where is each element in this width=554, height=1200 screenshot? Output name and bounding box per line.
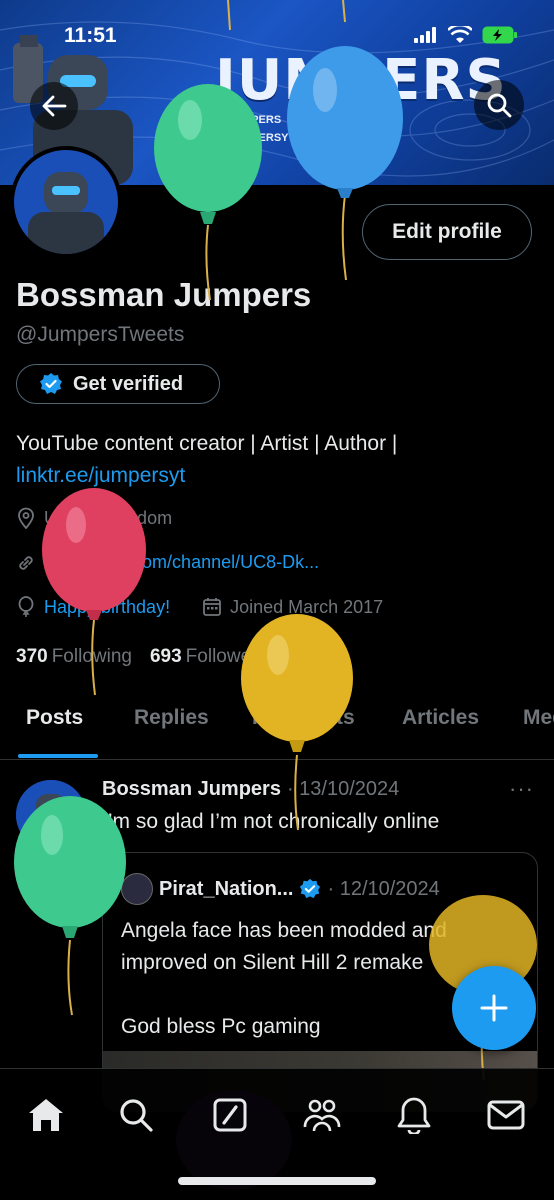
followers-label: Followers (185, 646, 267, 667)
quoted-author: Pirat_Nation... (159, 877, 294, 900)
back-button[interactable] (30, 82, 78, 130)
avatar-robot-art (14, 150, 118, 254)
messages-icon (487, 1100, 525, 1130)
location-text: United Kingdom (44, 507, 173, 528)
nav-notifications[interactable] (390, 1091, 438, 1139)
tab-articles[interactable]: Articles (402, 690, 479, 730)
post-header: Bossman Jumpers · 13/10/2024 (102, 778, 399, 801)
tab-highlights[interactable]: Highlights (252, 690, 355, 730)
notifications-icon (397, 1097, 431, 1134)
joined-text: Joined March 2017 (230, 596, 384, 617)
bio-link[interactable]: linktr.ee/jumpersyt (16, 460, 397, 492)
compose-post-button[interactable] (452, 966, 536, 1050)
search-icon (487, 93, 512, 118)
get-verified-label: Get verified (73, 372, 184, 395)
grok-icon (213, 1098, 247, 1132)
website-link[interactable]: m.youtube.com/channel/UC8-Dk... (44, 552, 319, 573)
banner-subtitle-2: JUMPERSYT (228, 132, 296, 144)
nav-search[interactable] (112, 1091, 160, 1139)
status-icons (414, 26, 518, 44)
post-author[interactable]: Bossman Jumpers (102, 778, 281, 801)
wifi-icon (448, 26, 472, 43)
communities-icon (303, 1099, 341, 1132)
following-label: Following (51, 646, 132, 667)
tab-media[interactable]: Media (523, 690, 554, 730)
verified-badge-icon (300, 878, 321, 899)
follow-stats: 370 Following 693 Followers (16, 646, 267, 668)
followers-stat[interactable]: 693 Followers (150, 646, 267, 668)
link-icon (19, 555, 33, 570)
battery-charging-icon (482, 26, 517, 44)
following-stat[interactable]: 370 Following (16, 646, 132, 668)
home-icon (29, 1099, 63, 1131)
nav-messages[interactable] (482, 1091, 530, 1139)
status-time: 11:51 (64, 24, 117, 47)
location-pin-icon (18, 507, 34, 529)
get-verified-button[interactable]: Get verified (16, 364, 220, 404)
post-avatar-art (16, 780, 86, 850)
profile-website: m.youtube.com/channel/UC8-Dk... (16, 552, 319, 573)
signal-icon (414, 27, 436, 43)
quoted-date: · 12/10/2024 (327, 877, 440, 900)
banner-subtitle-1: JUMPERS (228, 114, 282, 126)
search-button[interactable] (474, 80, 524, 130)
tab-posts[interactable]: Posts (26, 690, 83, 730)
search-icon (120, 1099, 153, 1132)
nav-grok[interactable] (206, 1091, 254, 1139)
plus-icon (480, 994, 508, 1022)
profile-handle: @JumpersTweets (16, 323, 185, 346)
profile-avatar[interactable] (10, 146, 122, 258)
post-date: · 13/10/2024 (286, 778, 400, 800)
birthday-text[interactable]: Happy birthday! (44, 597, 170, 618)
active-tab-indicator (18, 754, 98, 758)
quoted-author-avatar (121, 873, 153, 905)
verified-badge-icon (40, 373, 62, 394)
quoted-text-line-1: Angela face has been modded and (121, 919, 447, 942)
nav-communities[interactable] (298, 1091, 346, 1139)
profile-tabs: Posts Replies Highlights Articles Media (0, 690, 554, 760)
profile-birthday-joined: Happy birthday! Joined March 2017 (16, 596, 383, 618)
arrow-left-icon (42, 95, 67, 117)
profile-bio: YouTube content creator | Artist | Autho… (16, 428, 397, 492)
following-count: 370 (16, 646, 48, 667)
tab-replies[interactable]: Replies (134, 690, 209, 730)
calendar-icon (203, 598, 221, 616)
post-avatar[interactable] (16, 780, 86, 850)
nav-home[interactable] (22, 1091, 70, 1139)
followers-count: 693 (149, 646, 182, 667)
quoted-post-header: Pirat_Nation... · 12/10/2024 (121, 873, 440, 905)
edit-profile-button[interactable]: Edit profile (362, 204, 532, 260)
bio-text: YouTube content creator | Artist | Autho… (16, 432, 398, 455)
post-more-button[interactable]: ··· (509, 776, 534, 802)
profile-name: Bossman Jumpers (16, 276, 312, 313)
profile-location: United Kingdom (16, 507, 172, 529)
post-text: I’m so glad I’m not chronically online (102, 810, 440, 833)
home-indicator[interactable] (178, 1177, 376, 1185)
status-bar: 11:51 (0, 0, 554, 70)
balloon-icon (18, 596, 34, 617)
